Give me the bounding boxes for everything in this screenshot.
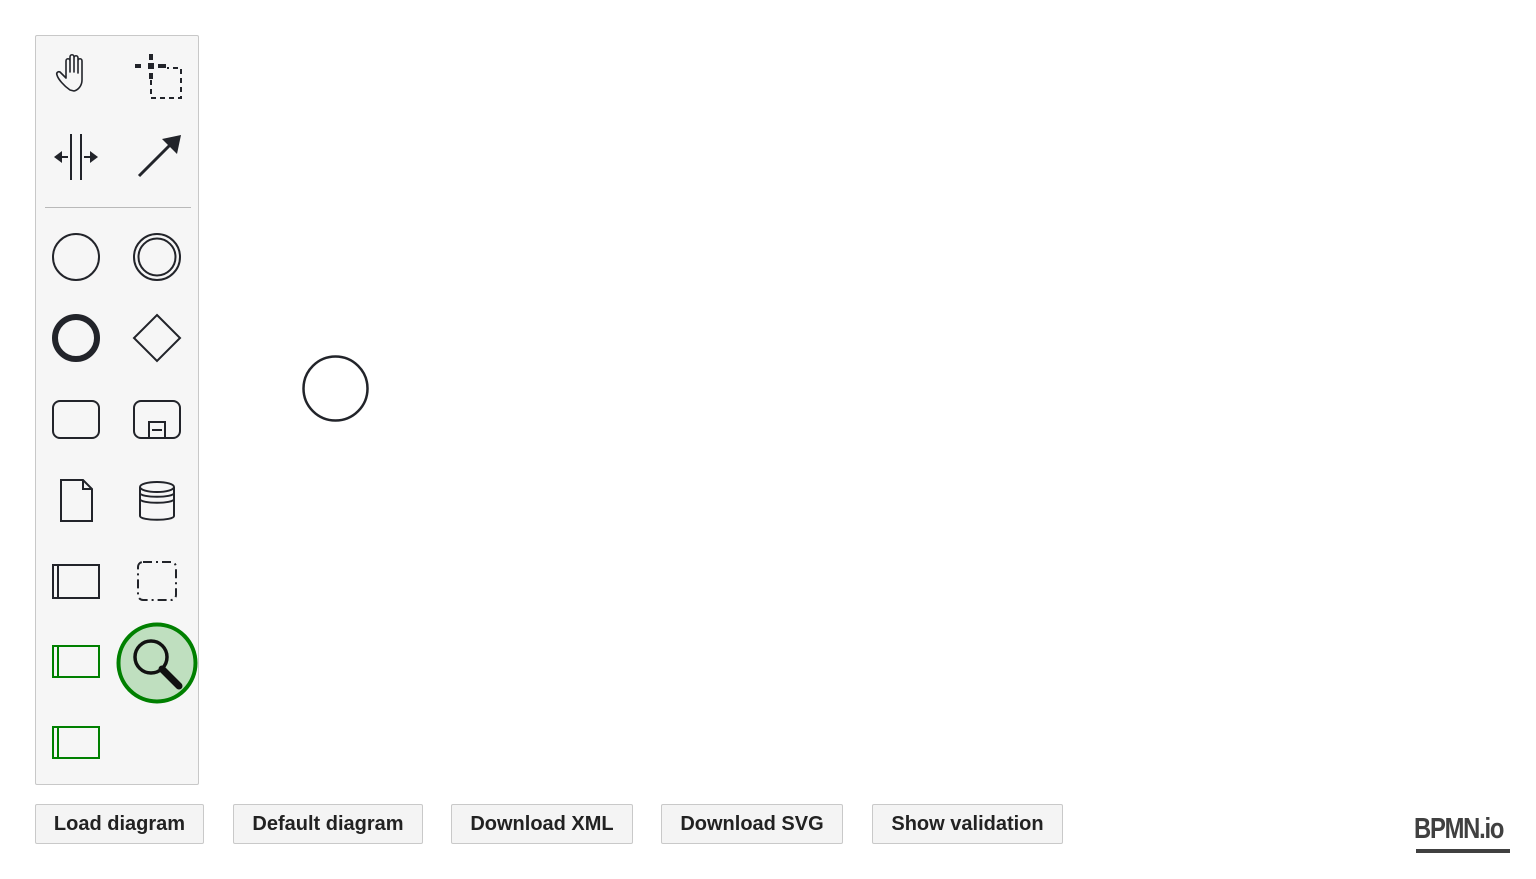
global-connect-tool-icon[interactable]: [127, 127, 187, 187]
gateway-icon[interactable]: [127, 308, 187, 368]
logo-underline: [1416, 849, 1510, 853]
lasso-tool-icon[interactable]: [127, 46, 187, 106]
task-icon[interactable]: [46, 389, 106, 449]
bpmn-io-logo[interactable]: BPMN.io: [1414, 812, 1512, 856]
group-icon[interactable]: [127, 551, 187, 611]
magnifier-search-icon[interactable]: [116, 622, 198, 704]
default-diagram-button[interactable]: Default diagram: [233, 804, 423, 844]
tool-palette: [35, 35, 199, 785]
load-diagram-button[interactable]: Load diagram: [35, 804, 204, 844]
custom-green-pool-icon[interactable]: [46, 713, 106, 773]
subprocess-icon[interactable]: [127, 389, 187, 449]
download-xml-button[interactable]: Download XML: [451, 804, 633, 844]
space-tool-icon[interactable]: [46, 127, 106, 187]
download-svg-button[interactable]: Download SVG: [661, 804, 843, 844]
show-validation-button[interactable]: Show validation: [872, 804, 1063, 844]
start-event-icon[interactable]: [46, 227, 106, 287]
logo-text: BPMN.io: [1414, 813, 1504, 845]
custom-green-pool-icon[interactable]: [46, 632, 106, 692]
end-event-icon[interactable]: [46, 308, 106, 368]
data-object-icon[interactable]: [46, 470, 106, 530]
palette-separator: [45, 207, 191, 208]
intermediate-event-icon[interactable]: [127, 227, 187, 287]
participant-icon[interactable]: [46, 551, 106, 611]
diagram-start-event[interactable]: [302, 355, 369, 422]
data-store-icon[interactable]: [127, 470, 187, 530]
hand-tool-icon[interactable]: [46, 46, 106, 106]
diagram-canvas[interactable]: [0, 0, 1536, 879]
